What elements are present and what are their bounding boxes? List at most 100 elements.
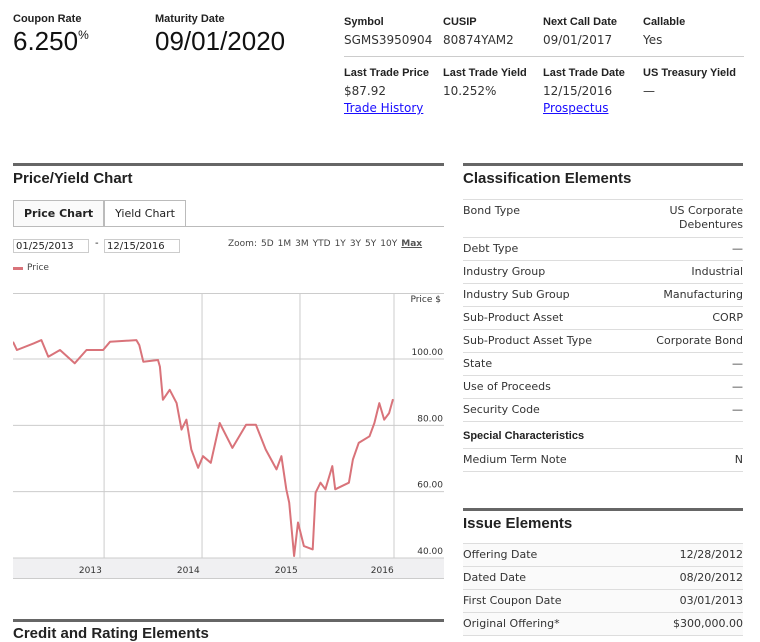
credit-section-bar: [13, 619, 444, 622]
start-date-input[interactable]: [13, 239, 89, 253]
percent-unit: %: [78, 28, 89, 42]
tab-price-chart[interactable]: Price Chart: [13, 200, 105, 226]
callable-value: Yes: [643, 33, 663, 47]
end-date-input[interactable]: [104, 239, 180, 253]
chart-tabs: Price Chart Yield Chart: [13, 200, 444, 227]
row-value: 12/28/2012: [679, 548, 743, 561]
table-row: Dated Date 08/20/2012: [463, 566, 743, 589]
table-row: Original Offering* $300,000.00: [463, 612, 743, 636]
row-value: $300,000.00: [673, 617, 743, 630]
row-value: US Corporate Debentures: [669, 204, 743, 231]
callable-label: Callable: [643, 16, 686, 28]
table-row: Security Code —: [463, 398, 743, 421]
classification-title: Classification Elements: [463, 170, 632, 187]
row-value: Manufacturing: [663, 288, 743, 301]
special-characteristics-heading: Special Characteristics: [463, 421, 743, 448]
y-tick-label: 60.00: [417, 481, 443, 491]
zoom-1m[interactable]: 1M: [278, 239, 292, 249]
last-trade-price-label: Last Trade Price: [344, 67, 429, 79]
row-label: Dated Date: [463, 571, 527, 584]
coupon-rate-value: 6.250%: [13, 26, 89, 57]
zoom-ytd[interactable]: YTD: [313, 239, 331, 249]
zoom-5y[interactable]: 5Y: [365, 239, 376, 249]
zoom-5d[interactable]: 5D: [261, 239, 274, 249]
us-treasury-yield-value: —: [643, 84, 655, 98]
zoom-controls: Zoom: 5D 1M 3M YTD 1Y 3Y 5Y 10Y Max: [228, 239, 422, 249]
prospectus-link[interactable]: Prospectus: [543, 101, 608, 115]
table-row: Sub-Product Asset CORP: [463, 306, 743, 329]
table-row: Sub-Product Asset Type Corporate Bond: [463, 329, 743, 352]
last-trade-yield-value: 10.252%: [443, 84, 497, 98]
coupon-rate-number: 6.250: [13, 26, 79, 56]
table-row: Industry Group Industrial: [463, 260, 743, 283]
row-value: —: [732, 380, 743, 393]
trade-history-link[interactable]: Trade History: [344, 101, 423, 115]
table-row: Offering Date 12/28/2012: [463, 543, 743, 566]
symbol-value: SGMS3950904: [344, 33, 433, 47]
zoom-label: Zoom:: [228, 239, 257, 249]
date-separator: -: [95, 238, 99, 249]
row-label: Medium Term Note: [463, 453, 567, 466]
table-row: Use of Proceeds —: [463, 375, 743, 398]
classification-section-bar: [463, 163, 743, 166]
zoom-1y[interactable]: 1Y: [335, 239, 346, 249]
issue-section-bar: [463, 508, 743, 511]
table-row: Industry Sub Group Manufacturing: [463, 283, 743, 306]
coupon-rate-label: Coupon Rate: [13, 13, 82, 25]
header-divider: [344, 56, 744, 57]
issue-table: Offering Date 12/28/2012 Dated Date 08/20/2…: [463, 543, 743, 636]
maturity-date-label: Maturity Date: [155, 13, 225, 25]
x-tick-label: 2016: [371, 566, 394, 576]
zoom-10y[interactable]: 10Y: [380, 239, 397, 249]
table-row: Bond Type US Corporate Debentures: [463, 199, 743, 237]
row-value: N: [734, 453, 743, 466]
x-tick-label: 2015: [275, 566, 298, 576]
row-value: Industrial: [691, 265, 743, 278]
price-series-line: [13, 339, 394, 557]
us-treasury-yield-label: US Treasury Yield: [643, 67, 736, 79]
row-label: Bond Type: [463, 204, 520, 217]
row-value: —: [732, 357, 743, 370]
row-label: Offering Date: [463, 548, 538, 561]
last-trade-date-label: Last Trade Date: [543, 67, 625, 79]
last-trade-date-value: 12/15/2016: [543, 84, 613, 98]
credit-section-title: Credit and Rating Elements: [13, 625, 209, 642]
zoom-3y[interactable]: 3Y: [350, 239, 361, 249]
row-value: 03/01/2013: [679, 594, 743, 607]
cusip-value: 80874YAM2: [443, 33, 514, 47]
x-tick-label: 2013: [79, 566, 102, 576]
y-tick-label: 40.00: [417, 547, 443, 557]
maturity-date-value: 09/01/2020: [155, 26, 286, 56]
y-axis-title: Price $: [410, 295, 441, 305]
row-label: State: [463, 357, 493, 370]
chart-section-title: Price/Yield Chart: [13, 170, 133, 187]
chart-section-bar: [13, 163, 444, 166]
legend-price-label: Price: [27, 263, 49, 273]
row-label: Sub-Product Asset Type: [463, 334, 592, 347]
row-label: First Coupon Date: [463, 594, 562, 607]
next-call-date-value: 09/01/2017: [543, 33, 613, 47]
classification-table: Bond Type US Corporate Debentures Debt Typ…: [463, 199, 743, 472]
last-trade-price-value: $87.92: [344, 84, 386, 98]
table-row: First Coupon Date 03/01/2013: [463, 589, 743, 612]
tab-yield-chart[interactable]: Yield Chart: [104, 200, 186, 226]
row-label: Security Code: [463, 403, 540, 416]
row-value: —: [732, 403, 743, 416]
issue-title: Issue Elements: [463, 515, 573, 532]
row-value: Corporate Bond: [656, 334, 743, 347]
table-row: State —: [463, 352, 743, 375]
table-row: Debt Type —: [463, 237, 743, 260]
row-label: Original Offering*: [463, 617, 560, 630]
row-label: Industry Group: [463, 265, 546, 278]
last-trade-yield-label: Last Trade Yield: [443, 67, 527, 79]
y-tick-label: 100.00: [412, 348, 444, 358]
chart-legend[interactable]: Price: [13, 263, 49, 273]
price-chart: Price $ 100.00 80.00 60.00 40.00 2013 2014 201…: [13, 293, 444, 579]
legend-swatch: [13, 266, 23, 270]
zoom-3m[interactable]: 3M: [295, 239, 309, 249]
x-tick-label: 2014: [177, 566, 200, 576]
row-label: Use of Proceeds: [463, 380, 551, 393]
symbol-label: Symbol: [344, 16, 384, 28]
zoom-max[interactable]: Max: [401, 239, 422, 249]
row-value: —: [732, 242, 743, 255]
